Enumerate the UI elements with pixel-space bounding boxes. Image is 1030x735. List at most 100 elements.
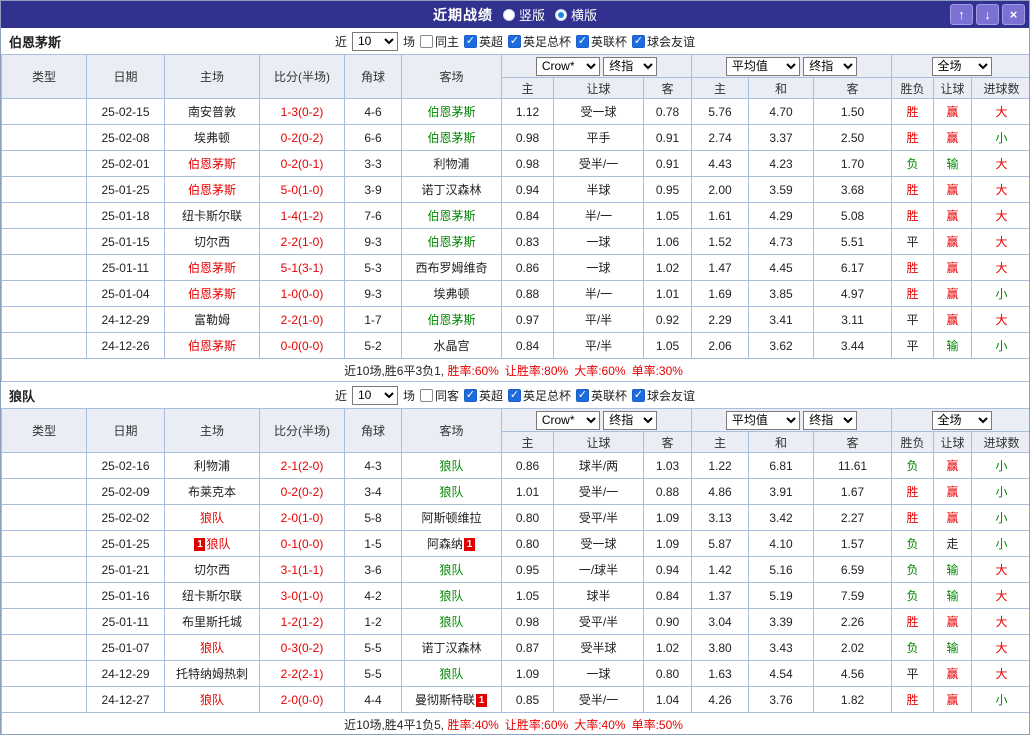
home-team[interactable]: 狼队	[164, 634, 260, 661]
score-halftime[interactable]: 3-1(1-1)	[259, 556, 345, 583]
away-team[interactable]: 阿斯顿维拉	[401, 504, 502, 531]
home-team[interactable]: 纽卡斯尔联	[164, 202, 260, 229]
odds-stage-select[interactable]: 终指	[603, 56, 658, 76]
odds-company-select[interactable]: Crow*	[535, 410, 600, 430]
scope-select[interactable]: 全场	[931, 56, 992, 76]
avg-draw: 3.39	[748, 608, 815, 635]
away-team[interactable]: 伯恩茅斯	[401, 124, 502, 151]
move-up-button[interactable]: ↑	[950, 4, 973, 25]
away-team[interactable]: 伯恩茅斯	[401, 306, 502, 333]
away-team[interactable]: 伯恩茅斯	[401, 98, 502, 125]
away-team[interactable]: 伯恩茅斯	[401, 202, 502, 229]
home-team[interactable]: 切尔西	[164, 556, 260, 583]
home-team[interactable]: 富勒姆	[164, 306, 260, 333]
home-team[interactable]: 伯恩茅斯	[164, 254, 260, 281]
home-team[interactable]: 伯恩茅斯	[164, 332, 260, 359]
home-team[interactable]: 狼队	[164, 686, 260, 713]
away-team[interactable]: 阿森纳 1	[401, 530, 502, 557]
score-halftime[interactable]: 5-1(3-1)	[259, 254, 345, 281]
home-team[interactable]: 托特纳姆热刺	[164, 660, 260, 687]
scope-select[interactable]: 全场	[931, 410, 992, 430]
league-checkbox-fa-cup[interactable]: 英足总杯	[508, 387, 571, 404]
league-checkbox-efl-cup[interactable]: 英联杯	[576, 33, 627, 50]
score-halftime[interactable]: 0-0(0-0)	[259, 332, 345, 359]
match-count-select[interactable]: 10	[351, 31, 398, 51]
score-halftime[interactable]: 2-0(1-0)	[259, 504, 345, 531]
home-team[interactable]: 埃弗顿	[164, 124, 260, 151]
score-halftime[interactable]: 1-0(0-0)	[259, 280, 345, 307]
score-halftime[interactable]: 1-2(1-2)	[259, 608, 345, 635]
average-select[interactable]: 平均值	[725, 56, 800, 76]
league-checkbox-efl-cup[interactable]: 英联杯	[576, 387, 627, 404]
odds-stage-select[interactable]: 终指	[603, 410, 658, 430]
away-team[interactable]: 利物浦	[401, 150, 502, 177]
away-team[interactable]: 狼队	[401, 660, 502, 687]
average-select[interactable]: 平均值	[725, 410, 800, 430]
home-team[interactable]: 伯恩茅斯	[164, 176, 260, 203]
away-team[interactable]: 狼队	[401, 478, 502, 505]
score-halftime[interactable]: 1-3(0-2)	[259, 98, 345, 125]
league-checkbox-friendly[interactable]: 球会友谊	[632, 33, 695, 50]
close-button[interactable]: ×	[1002, 4, 1025, 25]
avg-home: 2.00	[691, 176, 750, 203]
away-team[interactable]: 狼队	[401, 582, 502, 609]
home-team[interactable]: 纽卡斯尔联	[164, 582, 260, 609]
away-team[interactable]: 狼队	[401, 608, 502, 635]
score-halftime[interactable]: 0-2(0-1)	[259, 150, 345, 177]
match-count-select[interactable]: 10	[351, 385, 398, 405]
result-handicap: 赢	[933, 478, 973, 505]
away-team[interactable]: 曼彻斯特联 1	[401, 686, 502, 713]
home-team[interactable]: 布莱克本	[164, 478, 260, 505]
away-team[interactable]: 西布罗姆维奇	[401, 254, 502, 281]
result-goals: 大	[971, 608, 1029, 635]
home-team[interactable]: 利物浦	[164, 452, 260, 479]
home-team[interactable]: 南安普敦	[164, 98, 260, 125]
avg-home: 2.06	[691, 332, 750, 359]
match-date: 25-01-25	[86, 530, 165, 557]
layout-radio-horizontal[interactable]: 横版	[555, 5, 597, 24]
league-checkbox-premier-league[interactable]: 英超	[463, 387, 503, 404]
away-team[interactable]: 诺丁汉森林	[401, 176, 502, 203]
same-venue-checkbox[interactable]: 同客	[419, 387, 459, 404]
score-halftime[interactable]: 0-3(0-2)	[259, 634, 345, 661]
score-halftime[interactable]: 0-1(0-0)	[259, 530, 345, 557]
away-team[interactable]: 狼队	[401, 556, 502, 583]
score-halftime[interactable]: 0-2(0-2)	[259, 478, 345, 505]
away-team[interactable]: 诺丁汉森林	[401, 634, 502, 661]
away-team[interactable]: 伯恩茅斯	[401, 228, 502, 255]
league-checkbox-premier-league[interactable]: 英超	[463, 33, 503, 50]
score-halftime[interactable]: 2-0(0-0)	[259, 686, 345, 713]
away-team[interactable]: 水晶宫	[401, 332, 502, 359]
home-team[interactable]: 1 狼队	[164, 530, 260, 557]
score-halftime[interactable]: 1-4(1-2)	[259, 202, 345, 229]
home-team[interactable]: 狼队	[164, 504, 260, 531]
home-team[interactable]: 伯恩茅斯	[164, 150, 260, 177]
average-stage-select[interactable]: 终指	[803, 410, 858, 430]
score-halftime[interactable]: 2-2(2-1)	[259, 660, 345, 687]
score-halftime[interactable]: 3-0(1-0)	[259, 582, 345, 609]
score-halftime[interactable]: 2-2(1-0)	[259, 228, 345, 255]
score-halftime[interactable]: 2-2(1-0)	[259, 306, 345, 333]
result-goals: 小	[971, 452, 1029, 479]
home-team[interactable]: 切尔西	[164, 228, 260, 255]
away-team[interactable]: 埃弗顿	[401, 280, 502, 307]
red-card-badge: 1	[464, 538, 475, 551]
home-team[interactable]: 伯恩茅斯	[164, 280, 260, 307]
result-handicap: 赢	[933, 254, 973, 281]
score-halftime[interactable]: 5-0(1-0)	[259, 176, 345, 203]
corners: 4-2	[344, 582, 402, 609]
away-team[interactable]: 狼队	[401, 452, 502, 479]
score-halftime[interactable]: 2-1(2-0)	[259, 452, 345, 479]
league-badge: 英足总杯	[1, 254, 87, 281]
home-team[interactable]: 布里斯托城	[164, 608, 260, 635]
same-venue-checkbox[interactable]: 同主	[419, 33, 459, 50]
league-badge: 英超	[1, 150, 87, 177]
checkbox-label: 球会友谊	[647, 34, 696, 49]
layout-radio-vertical[interactable]: 竖版	[502, 5, 545, 24]
odds-company-select[interactable]: Crow*	[535, 56, 600, 76]
score-halftime[interactable]: 0-2(0-2)	[259, 124, 345, 151]
league-checkbox-friendly[interactable]: 球会友谊	[632, 387, 695, 404]
move-down-button[interactable]: ↓	[976, 4, 999, 25]
league-checkbox-fa-cup[interactable]: 英足总杯	[508, 33, 571, 50]
average-stage-select[interactable]: 终指	[803, 56, 858, 76]
